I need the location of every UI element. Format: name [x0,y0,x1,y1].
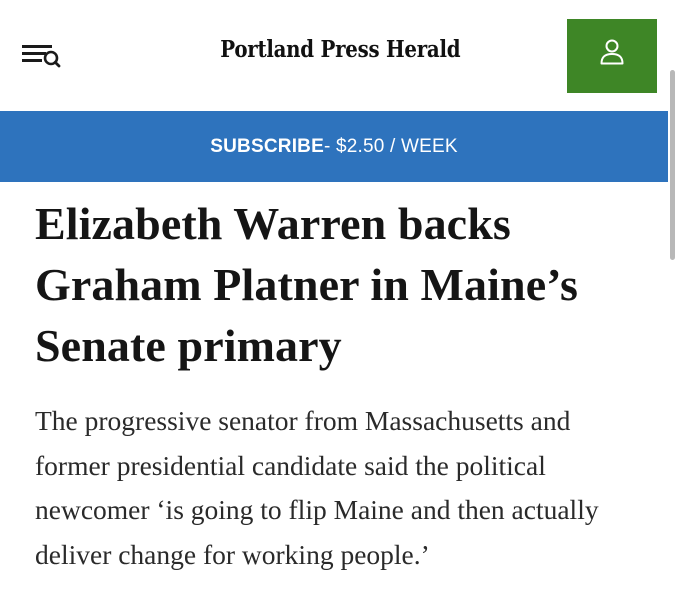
site-header: Portland Press Herald [0,0,680,111]
article-headline: Elizabeth Warren backs Graham Platner in… [35,198,578,371]
subscribe-label: SUBSCRIBE [210,135,324,157]
subscribe-banner[interactable]: SUBSCRIBE - $2.50 / WEEK [0,111,668,182]
site-logo[interactable]: Portland Press Herald [48,36,633,63]
subscribe-price: - $2.50 / WEEK [323,135,458,157]
user-icon [600,39,624,65]
account-button[interactable] [567,19,657,93]
article-dek: The progressive senator from Massachuset… [35,405,599,570]
page-scrollbar[interactable] [670,70,675,260]
